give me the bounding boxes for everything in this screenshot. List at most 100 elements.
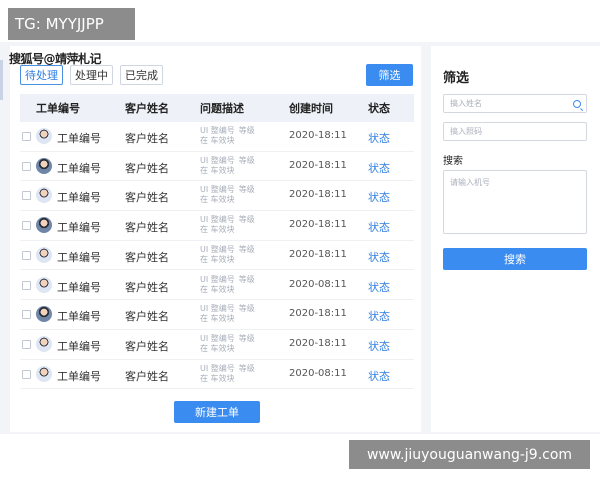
status-link[interactable]: 状态	[368, 189, 390, 205]
row-checkbox[interactable]	[22, 280, 31, 290]
customer-name-cell: 客户姓名	[125, 132, 169, 145]
avatar	[36, 365, 52, 382]
table-row[interactable]: 工单编号 客户姓名 UI 整编号 等级在 车效块 2020-18:11 状态	[20, 122, 414, 152]
table-row[interactable]: 工单编号 客户姓名 UI 整编号 等级在 车效块 2020-18:11 状态	[20, 151, 414, 182]
avatar	[36, 246, 52, 263]
table-row[interactable]: 工单编号 客户姓名 UI 整编号 等级在 车效块 2020-18:11 状态	[20, 300, 414, 330]
description-line-1: UI 整编号	[200, 333, 235, 343]
description-line-1: UI 整编号	[200, 244, 235, 254]
description-level: 等级	[238, 363, 255, 373]
description-cell: UI 整编号 等级在 车效块	[200, 156, 255, 176]
created-time-cell: 2020-18:11	[289, 219, 347, 231]
row-checkbox[interactable]	[22, 250, 31, 260]
column-header-customer-name[interactable]: 客户姓名	[125, 100, 169, 116]
ticket-id-cell[interactable]: 工单编号	[57, 249, 101, 265]
status-link[interactable]: 状态	[368, 308, 390, 324]
description-line-1: UI 整编号	[200, 304, 235, 314]
customer-name-cell: 客户姓名	[125, 310, 169, 324]
description-level: 等级	[238, 126, 255, 135]
description-line-2: 在 车效块	[200, 195, 235, 205]
search-button[interactable]: 搜索	[443, 248, 587, 270]
status-link[interactable]: 状态	[368, 368, 390, 384]
status-link[interactable]: 状态	[368, 279, 390, 295]
search-icon[interactable]	[573, 100, 581, 108]
ticket-id-cell[interactable]: 工单编号	[57, 308, 101, 324]
description-cell: UI 整编号 等级在 车效块	[200, 126, 255, 146]
description-level: 等级	[238, 304, 255, 314]
description-line-2: 在 车效块	[200, 225, 235, 235]
customer-name-cell: 客户姓名	[125, 339, 169, 353]
description-line-2: 在 车效块	[200, 136, 235, 145]
description-line-2: 在 车效块	[200, 373, 235, 383]
customer-name-cell: 客户姓名	[125, 369, 169, 383]
row-checkbox[interactable]	[22, 191, 31, 201]
ticket-id-cell[interactable]: 工单编号	[57, 279, 101, 295]
filter-button[interactable]: 筛选	[366, 64, 413, 86]
description-level: 等级	[238, 185, 255, 195]
customer-name-cell: 客户姓名	[125, 221, 169, 235]
created-time-cell: 2020-18:11	[289, 159, 347, 171]
description-cell: UI 整编号 等级在 车效块	[200, 215, 255, 235]
phone-textarea[interactable]: 请输入机号	[443, 170, 587, 234]
column-header-created-time[interactable]: 创建时间	[289, 100, 333, 116]
customer-name-input[interactable]: 搞入姓名	[443, 94, 587, 113]
number-placeholder: 搞入照码	[450, 127, 482, 136]
row-checkbox[interactable]	[22, 221, 31, 231]
avatar	[36, 276, 52, 293]
row-checkbox[interactable]	[22, 310, 31, 320]
created-time-cell: 2020-18:11	[289, 189, 347, 201]
tab-in-progress[interactable]: 处理中	[70, 65, 113, 85]
row-checkbox[interactable]	[22, 161, 31, 171]
ticket-id-cell[interactable]: 工单编号	[57, 338, 101, 354]
status-link[interactable]: 状态	[368, 130, 390, 146]
status-link[interactable]: 状态	[368, 160, 390, 176]
avatar	[36, 217, 52, 234]
tg-watermark-badge: TG: MYYJJPP	[8, 8, 135, 40]
row-checkbox[interactable]	[22, 369, 31, 379]
description-line-1: UI 整编号	[200, 155, 235, 165]
ticket-id-cell[interactable]: 工单编号	[57, 160, 101, 176]
description-cell: UI 整编号 等级在 车效块	[200, 364, 255, 384]
ticket-id-cell[interactable]: 工单编号	[57, 368, 101, 384]
description-cell: UI 整编号 等级在 车效块	[200, 185, 255, 205]
description-cell: UI 整编号 等级在 车效块	[200, 245, 255, 265]
phone-placeholder: 请输入机号	[450, 178, 490, 187]
description-cell: UI 整编号 等级在 车效块	[200, 334, 255, 354]
description-line-2: 在 车效块	[200, 165, 235, 175]
column-header-description[interactable]: 问题描述	[200, 100, 244, 116]
avatar	[36, 187, 52, 204]
description-line-1: UI 整编号	[200, 215, 235, 225]
created-time-cell: 2020-18:11	[289, 130, 347, 141]
table-row[interactable]: 工单编号 客户姓名 UI 整编号 等级在 车效块 2020-18:11 状态	[20, 211, 414, 241]
customer-name-cell: 客户姓名	[125, 161, 169, 175]
status-link[interactable]: 状态	[368, 249, 390, 265]
table-row[interactable]: 工单编号 客户姓名 UI 整编号 等级在 车效块 2020-18:11 状态	[20, 240, 414, 271]
table-row[interactable]: 工单编号 客户姓名 UI 整编号 等级在 车效块 2020-18:11 状态	[20, 181, 414, 212]
ticket-id-cell[interactable]: 工单编号	[57, 130, 101, 146]
tab-completed[interactable]: 已完成	[120, 65, 163, 85]
column-header-ticket-id[interactable]: 工单编号	[36, 100, 80, 116]
row-checkbox[interactable]	[22, 132, 31, 141]
status-link[interactable]: 状态	[368, 338, 390, 354]
table-row[interactable]: 工单编号 客户姓名 UI 整编号 等级在 车效块 2020-08:11 状态	[20, 359, 414, 390]
customer-name-placeholder: 搞入姓名	[450, 99, 482, 108]
created-time-cell: 2020-08:11	[289, 278, 347, 290]
new-ticket-button[interactable]: 新建工单	[174, 401, 260, 423]
tab-pending[interactable]: 待处理	[20, 65, 63, 85]
description-line-1: UI 整编号	[200, 363, 235, 373]
description-level: 等级	[238, 244, 255, 254]
table-row[interactable]: 工单编号 客户姓名 UI 整编号 等级在 车效块 2020-08:11 状态	[20, 270, 414, 301]
table-row[interactable]: 工单编号 客户姓名 UI 整编号 等级在 车效块 2020-18:11 状态	[20, 329, 414, 360]
description-level: 等级	[238, 155, 255, 165]
avatar	[36, 157, 52, 174]
column-header-status[interactable]: 状态	[368, 100, 390, 116]
ticket-id-cell[interactable]: 工单编号	[57, 219, 101, 235]
row-checkbox[interactable]	[22, 339, 31, 349]
status-link[interactable]: 状态	[368, 219, 390, 235]
description-level: 等级	[238, 333, 255, 343]
ticket-id-cell[interactable]: 工单编号	[57, 189, 101, 205]
search-section-label: 搜索	[443, 156, 463, 167]
number-input[interactable]: 搞入照码	[443, 122, 587, 141]
avatar	[36, 306, 52, 323]
description-cell: UI 整编号 等级在 车效块	[200, 275, 255, 295]
